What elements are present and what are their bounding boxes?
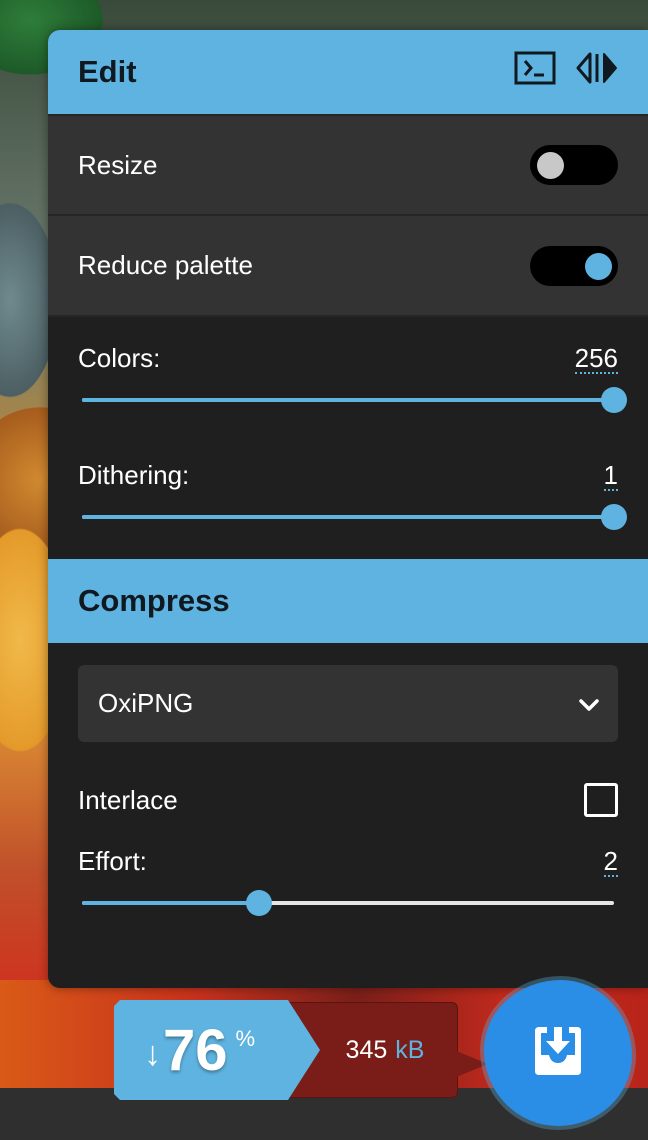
effort-label-row: Effort: 2 (78, 846, 618, 877)
interlace-row: Interlace (48, 770, 648, 830)
arrow-down-icon: ↓ (144, 1034, 161, 1073)
download-button[interactable] (484, 980, 632, 1126)
size-value: 345 (345, 1035, 388, 1064)
results-bar: 345 kB ↓ 76 % (114, 1000, 488, 1100)
effort-label: Effort: (78, 846, 147, 876)
toggle-knob (537, 152, 564, 179)
compress-title: Compress (78, 583, 230, 618)
effort-slider-thumb[interactable] (246, 890, 273, 916)
percent-value: 76 (163, 1017, 228, 1083)
header-icons (514, 51, 618, 93)
chevron-down-icon (578, 688, 600, 719)
dithering-value-input[interactable]: 1 (603, 461, 618, 491)
interlace-label: Interlace (78, 784, 178, 815)
edit-title: Edit (78, 54, 137, 89)
encoder-select[interactable]: OxiPNG (78, 665, 618, 742)
options-panel: Edit Resize Reduce palette Colors: 256 D… (48, 30, 648, 988)
terminal-icon[interactable] (514, 51, 556, 93)
interlace-checkbox[interactable] (584, 783, 618, 817)
dithering-label-row: Dithering: 1 (78, 460, 618, 491)
effort-slider[interactable] (82, 890, 614, 916)
colors-slider-thumb[interactable] (601, 387, 627, 413)
savings-percent: ↓ 76 % (114, 1000, 320, 1100)
colors-slider-fill (82, 398, 614, 402)
resize-toggle[interactable] (530, 145, 618, 185)
dithering-slider-thumb[interactable] (601, 504, 627, 530)
dithering-slider-fill (82, 515, 614, 519)
resize-label: Resize (78, 149, 158, 180)
swap-sides-icon[interactable] (576, 52, 618, 92)
colors-label-row: Colors: 256 (78, 343, 618, 374)
reduce-palette-label: Reduce palette (78, 250, 253, 280)
resize-row: Resize (48, 114, 648, 216)
size-unit: kB (395, 1035, 425, 1064)
effort-value-input[interactable]: 2 (603, 847, 618, 877)
dithering-label: Dithering: (78, 460, 190, 490)
reduce-palette-toggle[interactable] (530, 245, 618, 286)
reduce-palette-row: Reduce palette (48, 216, 648, 317)
effort-slider-fill (82, 901, 260, 905)
encoder-selected-value: OxiPNG (98, 688, 194, 718)
colors-value-input[interactable]: 256 (574, 344, 618, 374)
colors-slider-block: Colors: 256 (48, 317, 648, 413)
download-icon (531, 1025, 585, 1082)
colors-label: Colors: (78, 343, 161, 373)
edit-header: Edit (48, 30, 648, 114)
dithering-slider[interactable] (82, 504, 627, 530)
toggle-knob (585, 252, 612, 280)
percent-sign: % (235, 1026, 256, 1051)
compress-header: Compress (48, 559, 648, 643)
colors-slider[interactable] (82, 387, 627, 413)
size-pointer (454, 1050, 488, 1078)
effort-slider-block: Effort: 2 (48, 830, 648, 916)
dithering-slider-block: Dithering: 1 (48, 402, 648, 530)
